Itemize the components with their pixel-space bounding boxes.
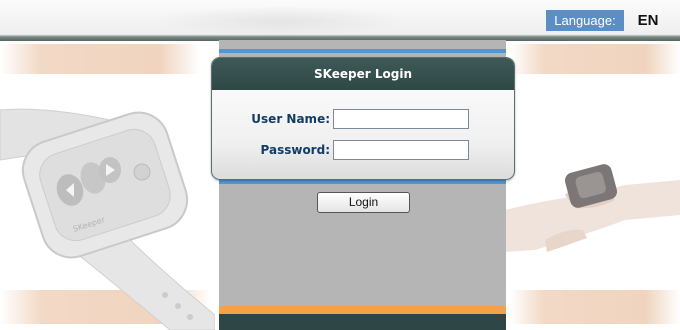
password-row: Password: (212, 139, 514, 161)
language-label: Language: (546, 10, 624, 31)
arm-illustration (505, 164, 680, 252)
username-label: User Name: (251, 112, 330, 126)
password-label: Password: (260, 143, 331, 157)
login-title: SKeeper Login (212, 58, 514, 90)
decor-band (510, 290, 680, 324)
login-button[interactable]: Login (317, 192, 410, 213)
username-row: User Name: (212, 108, 514, 130)
accent-stripe (219, 49, 506, 53)
decor-band (510, 44, 680, 74)
watch-illustration: SKeeper (0, 108, 215, 330)
header-decoration (150, 6, 410, 36)
login-panel: SKeeper Login User Name: Password: (211, 57, 515, 180)
language-selector[interactable]: EN (628, 10, 668, 31)
password-input[interactable] (333, 140, 469, 160)
username-input[interactable] (333, 109, 469, 129)
decor-band (0, 44, 200, 74)
footer-stripe (219, 306, 506, 314)
footer-bar (219, 314, 506, 330)
